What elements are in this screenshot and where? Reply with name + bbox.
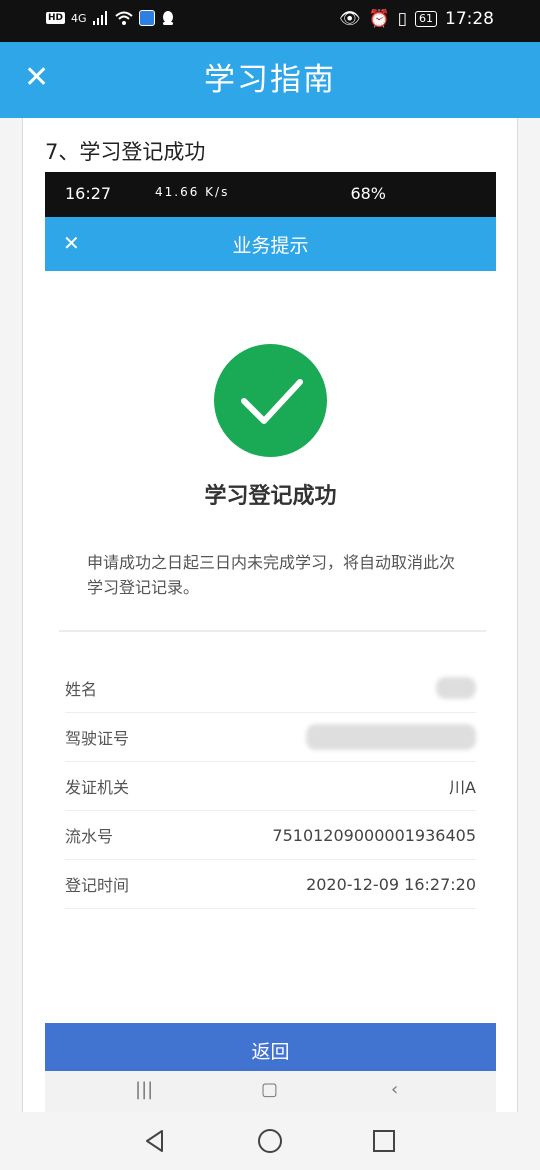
embedded-screenshot: 16:27 41.66 K/s 68% ✕ 业务提示 学习登记成功 申请成功之日… bbox=[45, 172, 496, 1112]
app-header: ✕ 学习指南 bbox=[0, 42, 540, 118]
back-icon[interactable] bbox=[135, 1124, 175, 1158]
info-value: 2020-12-09 16:27:20 bbox=[306, 874, 476, 894]
divider bbox=[59, 630, 486, 632]
recents-icon[interactable] bbox=[364, 1124, 404, 1158]
eye-comfort-icon: 👁 bbox=[338, 9, 361, 29]
info-list: 姓名 驾驶证号 发证机关 川A 流水号 75101209000001936405… bbox=[65, 664, 476, 909]
info-row-serial: 流水号 75101209000001936405 bbox=[65, 811, 476, 860]
info-row-name: 姓名 bbox=[65, 664, 476, 713]
info-row-authority: 发证机关 川A bbox=[65, 762, 476, 811]
inner-title: 业务提示 bbox=[232, 235, 309, 257]
guide-content: 7、学习登记成功 16:27 41.66 K/s 68% ✕ 业务提示 学习登记… bbox=[22, 118, 518, 1112]
info-value: 75101209000001936405 bbox=[272, 825, 476, 845]
status-left: HD 4G bbox=[46, 10, 175, 26]
nav-bar bbox=[0, 1112, 540, 1170]
redacted-value bbox=[306, 724, 476, 750]
notice-text: 申请成功之日起三日内未完成学习，将自动取消此次学习登记记录。 bbox=[87, 553, 456, 597]
info-label: 登记时间 bbox=[65, 876, 130, 895]
inner-battery: 68% bbox=[350, 184, 386, 203]
page-title: 学习指南 bbox=[204, 62, 336, 98]
info-label: 发证机关 bbox=[65, 778, 130, 797]
battery-icon: 61 bbox=[415, 11, 437, 27]
info-label: 驾驶证号 bbox=[65, 729, 130, 748]
info-label: 姓名 bbox=[65, 680, 98, 699]
network-type: 4G bbox=[71, 11, 87, 25]
inner-status-bar: 16:27 41.66 K/s 68% bbox=[45, 172, 496, 217]
signal-icon bbox=[92, 11, 107, 25]
wifi-icon bbox=[114, 11, 133, 25]
status-right: 👁 ⏰ ▯ 61 17:28 bbox=[339, 9, 494, 29]
info-row-license: 驾驶证号 bbox=[65, 713, 476, 762]
inner-nav-bar: ||| ▢ ‹ bbox=[45, 1071, 496, 1112]
app-notification-icon bbox=[138, 10, 155, 26]
success-check-icon bbox=[214, 344, 327, 457]
info-value: 川A bbox=[449, 778, 476, 797]
step-title: 7、学习登记成功 bbox=[45, 140, 206, 164]
redacted-value bbox=[436, 677, 476, 699]
inner-clock: 16:27 bbox=[65, 184, 112, 203]
hd-icon: HD bbox=[46, 12, 66, 24]
alarm-icon: ⏰ bbox=[368, 9, 390, 29]
inner-home-icon[interactable]: ▢ bbox=[261, 1079, 278, 1100]
qq-icon bbox=[162, 11, 173, 25]
return-button[interactable]: 返回 bbox=[45, 1023, 496, 1071]
status-bar: HD 4G 👁 ⏰ ▯ 61 17:28 bbox=[0, 0, 540, 42]
inner-net-speed: 41.66 K/s bbox=[155, 185, 230, 199]
clock: 17:28 bbox=[445, 9, 494, 29]
info-label: 流水号 bbox=[65, 827, 114, 846]
vibrate-icon: ▯ bbox=[397, 9, 407, 29]
info-row-time: 登记时间 2020-12-09 16:27:20 bbox=[65, 860, 476, 909]
inner-recents-icon[interactable]: ||| bbox=[135, 1079, 153, 1100]
inner-back-icon[interactable]: ‹ bbox=[391, 1079, 398, 1100]
success-title: 学习登记成功 bbox=[204, 484, 337, 509]
home-icon[interactable] bbox=[250, 1124, 290, 1158]
inner-header: ✕ 业务提示 bbox=[45, 217, 496, 271]
